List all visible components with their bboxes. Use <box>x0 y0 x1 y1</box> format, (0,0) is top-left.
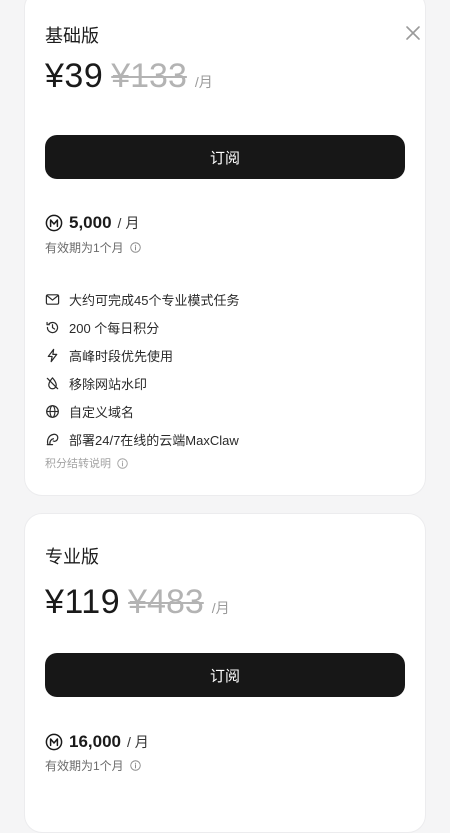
feature-item: 部署24/7在线的云端MaxClaw <box>45 425 239 453</box>
subscribe-button[interactable]: 订阅 <box>45 653 405 697</box>
feature-item: 大约可完成45个专业模式任务 <box>45 285 239 313</box>
mail-icon <box>45 293 60 305</box>
subscribe-button[interactable]: 订阅 <box>45 135 405 179</box>
credits-unit: / 月 <box>117 215 140 231</box>
original-price: ¥133 <box>111 57 187 95</box>
price-period: /月 <box>194 74 213 90</box>
info-icon[interactable] <box>129 760 141 771</box>
close-icon <box>406 26 420 40</box>
credits-amount: 5,000 <box>69 213 112 232</box>
lightning-icon <box>47 348 58 362</box>
validity-text: 有效期为1个月 <box>45 757 141 774</box>
plan-name: 基础版 <box>45 26 99 46</box>
history-icon <box>46 321 59 333</box>
current-price: ¥39 <box>45 57 104 95</box>
original-price: ¥483 <box>128 583 204 621</box>
price-period: /月 <box>211 600 230 616</box>
feature-item: 高峰时段优先使用 <box>45 341 239 369</box>
feature-list: 大约可完成45个专业模式任务 200 个每日积分 高峰时段优先使用 移除网站水印 <box>45 285 239 453</box>
feature-text: 200 个每日积分 <box>69 320 160 336</box>
credits-row: 5,000 / 月 <box>45 213 139 233</box>
credits-rollover-link[interactable]: 积分结转说明 <box>45 455 128 471</box>
credits-row: 16,000 / 月 <box>45 732 149 752</box>
validity-label: 有效期为1个月 <box>45 241 124 255</box>
no-watermark-icon <box>46 376 59 389</box>
feature-item: 200 个每日积分 <box>45 313 239 341</box>
credits-unit: / 月 <box>127 734 149 750</box>
credits-coin-icon <box>45 733 63 751</box>
feature-text: 移除网站水印 <box>69 376 148 392</box>
feature-text: 部署24/7在线的云端MaxClaw <box>69 432 239 448</box>
plan-name: 专业版 <box>45 547 99 567</box>
feature-item: 移除网站水印 <box>45 369 239 397</box>
feature-item: 自定义域名 <box>45 397 239 425</box>
info-icon[interactable] <box>129 242 141 253</box>
feature-text: 大约可完成45个专业模式任务 <box>69 292 240 308</box>
close-button[interactable] <box>401 21 425 45</box>
current-price: ¥119 <box>45 583 121 621</box>
globe-icon <box>46 404 59 418</box>
feature-text: 高峰时段优先使用 <box>69 348 174 364</box>
price-row: ¥39 ¥133 /月 <box>45 57 213 96</box>
credits-note-label: 积分结转说明 <box>45 458 111 470</box>
price-row: ¥119 ¥483 /月 <box>45 583 230 622</box>
credits-coin-icon <box>45 214 63 232</box>
validity-text: 有效期为1个月 <box>45 239 141 256</box>
validity-label: 有效期为1个月 <box>45 759 124 773</box>
credits-amount: 16,000 <box>69 732 121 751</box>
feature-text: 自定义域名 <box>69 404 135 420</box>
info-icon[interactable] <box>117 457 128 469</box>
pro-plan-card: 专业版 ¥119 ¥483 /月 订阅 16,000 / 月 有效期为1个月 <box>24 513 426 833</box>
claw-icon <box>46 433 59 445</box>
basic-plan-card: 基础版 ¥39 ¥133 /月 订阅 5,000 / 月 有效期为1个月 大约可… <box>24 0 426 496</box>
